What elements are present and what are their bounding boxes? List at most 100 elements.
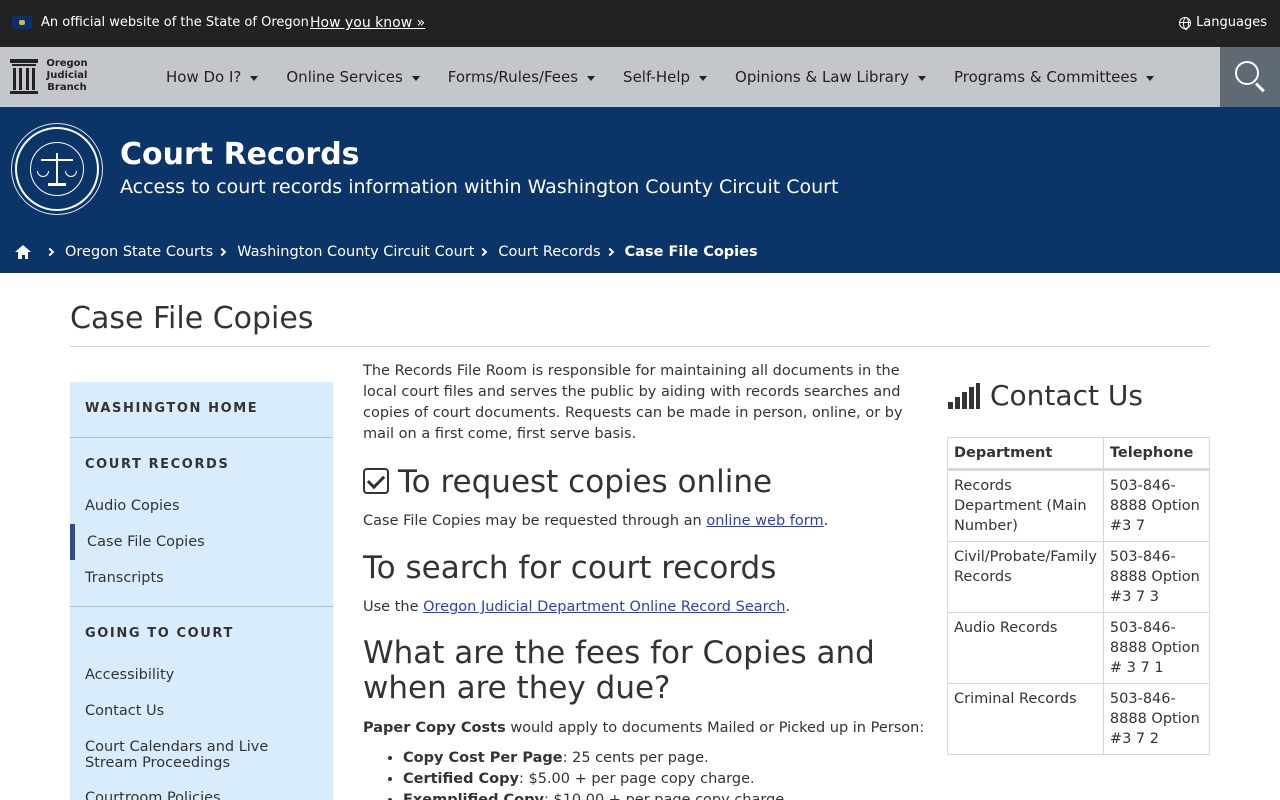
list-item: Copy Cost Per Page: 25 cents per page. [403,748,789,769]
fee-name: Copy Cost Per Page [403,750,563,766]
phone-cell: 503-846-8888 Option #3 7 [1102,469,1211,542]
heading-request-online: To request copies online [363,465,772,500]
chevron-down-icon [699,75,708,81]
column-header-telephone: Telephone [1102,437,1211,471]
title-divider [70,346,1210,347]
nav-menu: How Do I? Online Services Forms/Rules/Fe… [166,47,1182,107]
sidebar-item-contact-us[interactable]: Contact Us [85,703,325,719]
sidebar-divider [70,437,333,438]
fee-desc: : $5.00 + per page copy charge. [518,771,755,787]
globe-icon [1179,17,1192,30]
sidebar-item-courtroom-policies[interactable]: Courtroom Policies [85,790,325,800]
table-row: Criminal Records 503-846-8888 Option #3 7… [947,683,1211,755]
nav-self-help[interactable]: Self-Help [623,68,708,86]
contact-table: Department Telephone Records Department … [947,437,1211,755]
list-item: Certified Copy: $5.00 + per page copy ch… [403,769,789,790]
sidebar-item-transcripts[interactable]: Transcripts [85,570,325,586]
nav-online-services[interactable]: Online Services [286,68,420,86]
sidebar-divider [70,606,333,607]
table-row: Audio Records 503-846-8888 Option # 3 7 1 [947,612,1211,684]
how-you-know-link[interactable]: How you know » [310,14,425,32]
hero-subtitle: Access to court records information with… [120,176,839,198]
sidebar-item-case-file-copies[interactable]: Case File Copies [87,534,327,550]
search-button[interactable] [1220,47,1280,107]
hero-title: Court Records [120,137,360,172]
online-record-search-link[interactable]: Oregon Judicial Department Online Record… [423,599,785,615]
online-text: Case File Copies may be requested throug… [363,513,707,529]
chevron-right-icon [605,247,614,257]
search-icon [1235,61,1259,85]
sidebar-heading-going-to-court: GOING TO COURT [85,626,234,641]
breadcrumb: Oregon State Courts Washington County Ci… [15,241,758,263]
chevron-down-icon [250,75,259,81]
chevron-right-icon [479,247,488,257]
online-web-form-link[interactable]: online web form [706,513,823,529]
sidebar-item-accessibility[interactable]: Accessibility [85,667,325,683]
chevron-right-icon [45,247,55,257]
official-banner: An official website of the State of Oreg… [0,0,1280,47]
heading-fees: What are the fees for Copies and when ar… [363,635,875,706]
nav-programs-committees[interactable]: Programs & Committees [954,68,1155,86]
chevron-down-icon [1146,75,1155,81]
sidebar-item-audio-copies[interactable]: Audio Copies [85,498,325,514]
department-cell: Audio Records [947,612,1104,684]
phone-cell: 503-846-8888 Option # 3 7 1 [1102,612,1211,684]
logo-line-oregon: Oregon [46,58,88,69]
chevron-down-icon [587,75,596,81]
fee-name: Exemplified Copy [403,792,544,800]
department-cell: Criminal Records [947,683,1104,755]
table-row: Records Department (Main Number) 503-846-… [947,469,1211,542]
department-cell: Civil/Probate/Family Records [947,541,1104,613]
fee-desc: : 25 cents per page. [562,750,709,766]
sidebar: WASHINGTON HOME COURT RECORDS Audio Copi… [70,382,333,800]
sidebar-active-indicator [70,524,75,560]
list-item: Exemplified Copy: $10.00 + per page copy… [403,790,789,800]
ojb-logo-text[interactable]: Oregon Judicial Branch [44,58,90,94]
paper-copy-bold: Paper Copy Costs [363,720,506,736]
paper-copy-text: Paper Copy Costs would apply to document… [363,718,924,738]
table-row: Civil/Probate/Family Records 503-846-8888… [947,541,1211,613]
logo-line-branch: Branch [47,82,87,93]
fee-list: Copy Cost Per Page: 25 cents per page. C… [403,748,789,800]
courthouse-logo-icon[interactable] [10,59,38,94]
official-site-text: An official website of the State of Oreg… [41,15,309,30]
nav-how-do-i[interactable]: How Do I? [166,68,259,86]
column-header-department: Department [947,437,1104,471]
nav-label: Self-Help [623,68,691,86]
main-navigation: Oregon Judicial Branch How Do I? Online … [0,47,1280,107]
chevron-down-icon [411,75,420,81]
breadcrumb-oregon-state-courts[interactable]: Oregon State Courts [65,244,213,260]
breadcrumb-court-records[interactable]: Court Records [498,244,600,260]
page-title: Case File Copies [70,301,314,336]
fee-desc: : $10.00 + per page copy charge. [543,792,789,800]
fee-name: Certified Copy [403,771,519,787]
paper-copy-desc: would apply to documents Mailed or Picke… [505,720,925,736]
breadcrumb-current: Case File Copies [624,244,758,260]
search-records-text: Use the Oregon Judicial Department Onlin… [363,597,790,617]
nav-label: Forms/Rules/Fees [447,68,579,86]
heading-search-records: To search for court records [363,550,777,586]
home-icon[interactable] [15,245,31,259]
languages-button[interactable]: Languages [1179,14,1267,32]
contact-us-title: Contact Us [990,379,1143,412]
chevron-down-icon [917,75,926,81]
breadcrumb-washington-county[interactable]: Washington County Circuit Court [237,244,474,260]
intro-paragraph: The Records File Room is responsible for… [363,363,903,442]
logo-line-judicial: Judicial [46,70,88,81]
languages-label: Languages [1196,15,1267,30]
sidebar-heading-court-records: COURT RECORDS [85,457,230,472]
nav-label: Online Services [286,68,403,86]
sidebar-item-court-calendars[interactable]: Court Calendars and Live Stream Proceedi… [85,739,325,771]
nav-label: How Do I? [166,68,242,86]
search-end: . [785,599,791,615]
department-cell: Records Department (Main Number) [947,469,1104,542]
nav-forms-rules-fees[interactable]: Forms/Rules/Fees [447,68,596,86]
judicial-department-seal-icon [15,127,99,211]
nav-opinions-law-library[interactable]: Opinions & Law Library [735,68,926,86]
sidebar-washington-home[interactable]: WASHINGTON HOME [85,401,258,416]
phone-cell: 503-846-8888 Option #3 7 2 [1102,683,1211,755]
nav-label: Opinions & Law Library [735,68,909,86]
signal-bars-icon [948,383,980,409]
oregon-flag-icon [12,16,32,29]
phone-cell: 503-846-8888 Option #3 7 3 [1102,541,1211,613]
